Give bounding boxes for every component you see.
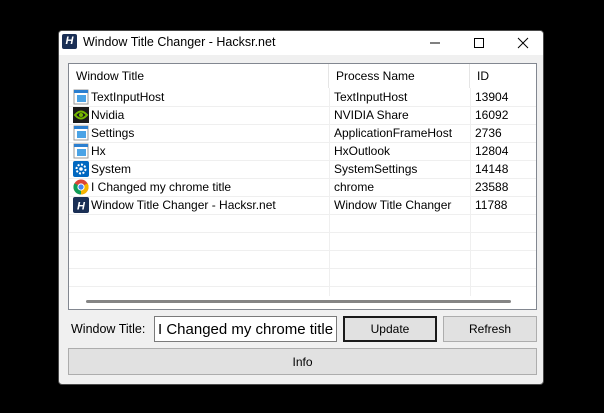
svg-text:H: H bbox=[77, 201, 86, 213]
generic-app-icon bbox=[73, 125, 89, 141]
table-row[interactable]: Nvidia NVIDIA Share 16092 bbox=[69, 106, 536, 124]
maximize-icon bbox=[474, 38, 484, 48]
row-process-name: chrome bbox=[334, 180, 375, 194]
row-window-title: Hx bbox=[91, 144, 106, 158]
row-process-id: 12804 bbox=[475, 144, 509, 158]
close-icon bbox=[517, 37, 529, 49]
row-divider bbox=[69, 232, 536, 233]
hacksr-app-icon: H bbox=[73, 197, 89, 213]
row-window-title: TextInputHost bbox=[91, 90, 165, 104]
chrome-icon bbox=[73, 179, 89, 195]
table-row[interactable]: Hx HxOutlook 12804 bbox=[69, 142, 536, 160]
row-divider bbox=[69, 214, 536, 215]
app-window: H Window Title Changer - Hacksr.net Wind… bbox=[58, 30, 544, 385]
row-process-id: 23588 bbox=[475, 180, 509, 194]
row-window-title: Window Title Changer - Hacksr.net bbox=[91, 198, 276, 212]
row-process-name: SystemSettings bbox=[334, 162, 418, 176]
row-process-id: 2736 bbox=[475, 126, 502, 140]
row-divider bbox=[69, 250, 536, 251]
nvidia-icon bbox=[73, 107, 89, 123]
row-process-name: HxOutlook bbox=[334, 144, 391, 158]
list-header: Window Title Process Name ID bbox=[69, 64, 536, 88]
app-logo-icon: H bbox=[62, 34, 77, 49]
row-process-id: 14148 bbox=[475, 162, 509, 176]
close-button[interactable] bbox=[501, 31, 543, 55]
row-window-title: Settings bbox=[91, 126, 135, 140]
update-button[interactable]: Update bbox=[343, 316, 437, 342]
row-window-title: System bbox=[91, 162, 132, 176]
row-process-name: ApplicationFrameHost bbox=[334, 126, 453, 140]
info-button[interactable]: Info bbox=[68, 348, 537, 375]
window-list[interactable]: Window Title Process Name ID TextInputHo… bbox=[68, 63, 537, 310]
maximize-button[interactable] bbox=[457, 31, 501, 55]
row-divider bbox=[69, 286, 536, 287]
column-header-window-title[interactable]: Window Title bbox=[69, 64, 329, 88]
minimize-icon bbox=[430, 42, 440, 44]
row-process-id: 13904 bbox=[475, 90, 509, 104]
minimize-button[interactable] bbox=[413, 31, 457, 55]
row-process-name: NVIDIA Share bbox=[334, 108, 409, 122]
row-process-name: TextInputHost bbox=[334, 90, 408, 104]
window-title-label: Window Title: bbox=[71, 322, 146, 336]
window-title: Window Title Changer - Hacksr.net bbox=[83, 35, 276, 49]
row-window-title: Nvidia bbox=[91, 108, 125, 122]
table-row[interactable]: TextInputHost TextInputHost 13904 bbox=[69, 88, 536, 106]
settings-gear-icon bbox=[73, 161, 89, 177]
column-header-id[interactable]: ID bbox=[470, 64, 536, 88]
title-bar[interactable]: H Window Title Changer - Hacksr.net bbox=[59, 31, 543, 55]
generic-app-icon bbox=[73, 89, 89, 105]
row-window-title: I Changed my chrome title bbox=[91, 180, 232, 194]
refresh-button[interactable]: Refresh bbox=[443, 316, 537, 342]
row-process-name: Window Title Changer bbox=[334, 198, 452, 212]
window-title-input[interactable] bbox=[154, 316, 337, 342]
table-row[interactable]: Settings ApplicationFrameHost 2736 bbox=[69, 124, 536, 142]
row-process-id: 11788 bbox=[475, 198, 508, 212]
row-divider bbox=[69, 268, 536, 269]
column-header-process-name[interactable]: Process Name bbox=[329, 64, 470, 88]
generic-app-icon bbox=[73, 143, 89, 159]
row-process-id: 16092 bbox=[475, 108, 509, 122]
table-row[interactable]: System SystemSettings 14148 bbox=[69, 160, 536, 178]
horizontal-scrollbar[interactable] bbox=[86, 300, 511, 303]
table-row[interactable]: I Changed my chrome title chrome 23588 bbox=[69, 178, 536, 196]
table-row[interactable]: H Window Title Changer - Hacksr.net Window… bbox=[69, 196, 536, 214]
